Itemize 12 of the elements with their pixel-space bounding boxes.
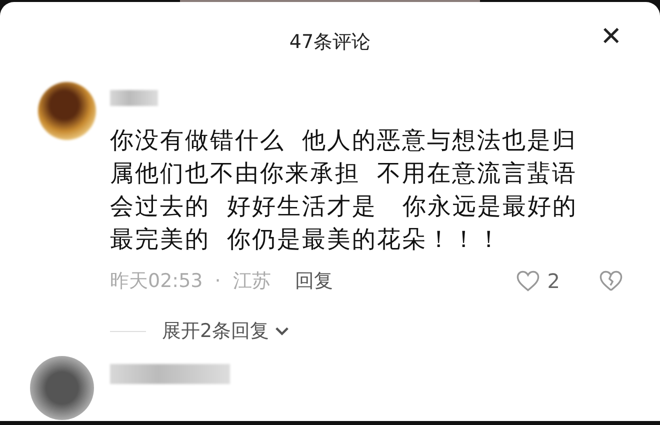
comment-time: 昨天02:53	[110, 269, 203, 294]
close-button[interactable]: ✕	[600, 22, 622, 52]
like-count: 2	[547, 269, 560, 293]
blurred-username	[110, 90, 158, 106]
separator-dot: ·	[214, 270, 221, 292]
comment-text: 你没有做错什么 他人的恶意与想法也是归属他们也不由你来承担 不用在意流言蜚语会过去的 好好生活才是 你永远是最好的最完美的 你仍是最美的花朵！！！	[110, 125, 578, 255]
comment-count-title: 47条评论	[289, 30, 371, 55]
like-heart-icon[interactable]	[515, 268, 542, 294]
comment-location: 江苏	[232, 269, 271, 294]
blurred-avatar	[38, 82, 96, 140]
reply-button[interactable]: 回复	[294, 268, 333, 294]
expand-replies-button[interactable]: 展开2条回复	[162, 318, 292, 344]
